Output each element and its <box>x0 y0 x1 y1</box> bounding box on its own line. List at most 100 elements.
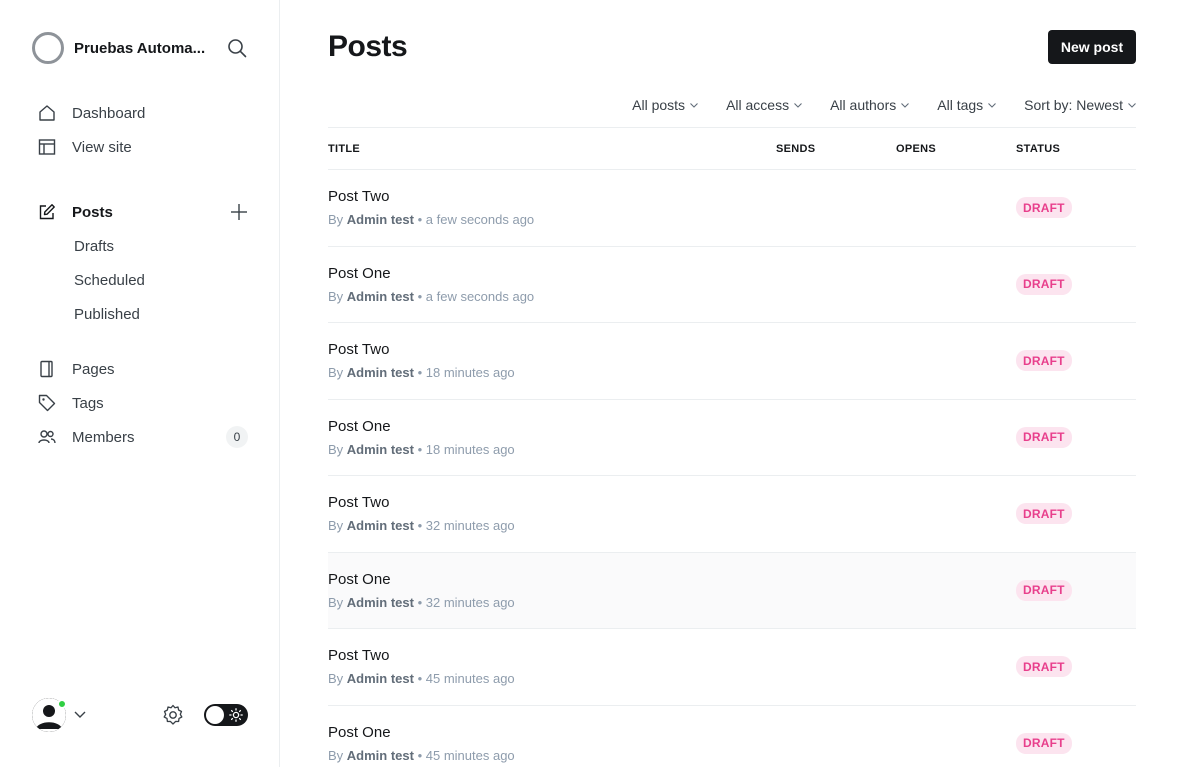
post-meta: By Admin test • a few seconds ago <box>328 289 534 304</box>
filter-authors[interactable]: All authors <box>830 97 910 113</box>
table-row[interactable]: Post Two By Admin test • 45 minutes ago … <box>328 629 1136 706</box>
post-author: Admin test <box>346 518 414 533</box>
post-by: By <box>328 671 344 686</box>
post-author: Admin test <box>346 671 414 686</box>
theme-toggle[interactable] <box>204 704 248 726</box>
nav-members[interactable]: Members 0 <box>0 420 280 454</box>
post-by: By <box>328 747 344 763</box>
site-brand[interactable]: Pruebas Automa... <box>32 32 214 64</box>
tag-icon <box>38 394 56 412</box>
chevron-down-icon <box>1128 102 1136 108</box>
chevron-down-icon <box>901 102 910 108</box>
site-logo <box>32 32 64 64</box>
status-badge: DRAFT <box>1016 579 1072 601</box>
main-nav: Dashboard View site <box>0 96 280 164</box>
nav-view-site[interactable]: View site <box>0 130 280 164</box>
table-header: TITLE SENDS OPENS STATUS <box>328 127 1136 170</box>
site-nav: Pages Tags Members 0 <box>0 352 280 454</box>
table-row[interactable]: Post One By Admin test • 18 minutes ago … <box>328 400 1136 476</box>
post-time: • 45 minutes ago <box>417 671 515 686</box>
post-time: • a few seconds ago <box>417 212 535 227</box>
column-sends: SENDS <box>776 143 816 155</box>
table-row[interactable]: Post One By Admin test • 45 minutes ago … <box>328 706 1136 767</box>
post-by: By <box>328 518 344 533</box>
post-by: By <box>328 365 344 380</box>
nav-dashboard-label: Dashboard <box>72 104 146 122</box>
nav-published[interactable]: Published <box>0 297 280 331</box>
column-title: TITLE <box>328 143 361 155</box>
post-title: Post Two <box>328 647 390 664</box>
post-time: • 32 minutes ago <box>417 518 515 533</box>
nav-drafts[interactable]: Drafts <box>0 229 280 263</box>
column-status: STATUS <box>1016 143 1061 155</box>
post-title: Post One <box>328 723 391 741</box>
post-title: Post Two <box>328 188 390 205</box>
content-nav: Posts Drafts Scheduled Published <box>0 195 280 331</box>
sidebar: Pruebas Automa... Dashboard View site Po… <box>0 0 280 767</box>
post-time: • 18 minutes ago <box>417 441 515 457</box>
filter-access-label: All access <box>726 97 790 113</box>
post-meta: By Admin test • 32 minutes ago <box>328 518 515 533</box>
post-author: Admin test <box>346 365 414 380</box>
chevron-down-icon <box>794 102 802 108</box>
nav-posts-label: Posts <box>72 203 113 221</box>
toggle-knob <box>206 706 224 724</box>
filter-tags[interactable]: All tags <box>937 97 997 113</box>
new-post-button[interactable]: New post <box>1048 30 1136 64</box>
edit-icon <box>38 203 56 221</box>
nav-pages[interactable]: Pages <box>0 352 280 386</box>
table-row[interactable]: Post One By Admin test • 32 minutes ago … <box>328 552 1136 629</box>
chevron-down-icon <box>690 102 698 108</box>
chevron-down-icon <box>988 102 997 108</box>
post-author: Admin test <box>346 747 414 763</box>
filter-type-label: All posts <box>632 97 686 113</box>
plus-icon[interactable] <box>229 202 249 222</box>
post-meta: By Admin test • 18 minutes ago <box>328 365 515 380</box>
post-title: Post Two <box>328 494 390 511</box>
filter-type[interactable]: All posts <box>632 97 698 113</box>
nav-dashboard[interactable]: Dashboard <box>0 96 280 130</box>
filter-sort[interactable]: Sort by: Newest <box>1024 97 1136 113</box>
nav-pages-label: Pages <box>72 360 115 378</box>
page-icon <box>38 360 56 378</box>
post-meta: By Admin test • 18 minutes ago <box>328 442 515 457</box>
post-meta: By Admin test • 45 minutes ago <box>328 748 515 763</box>
filter-access[interactable]: All access <box>726 97 802 113</box>
nav-view-site-label: View site <box>72 138 132 156</box>
status-badge: DRAFT <box>1016 350 1072 371</box>
filter-tags-label: All tags <box>937 97 984 113</box>
page-title: Posts <box>328 30 408 63</box>
nav-tags[interactable]: Tags <box>0 386 280 420</box>
status-badge: DRAFT <box>1016 732 1072 754</box>
status-badge: DRAFT <box>1016 656 1072 677</box>
status-badge: DRAFT <box>1016 273 1072 295</box>
posts-list: Post Two By Admin test • a few seconds a… <box>328 170 1136 767</box>
table-row[interactable]: Post Two By Admin test • 32 minutes ago … <box>328 476 1136 553</box>
table-row[interactable]: Post Two By Admin test • a few seconds a… <box>328 170 1136 247</box>
post-time: • 45 minutes ago <box>417 747 515 763</box>
nav-members-label: Members <box>72 428 135 446</box>
table-row[interactable]: Post Two By Admin test • 18 minutes ago … <box>328 323 1136 400</box>
post-by: By <box>328 441 344 457</box>
post-time: • 32 minutes ago <box>417 594 515 610</box>
search-icon[interactable] <box>226 37 248 59</box>
nav-posts[interactable]: Posts <box>0 195 280 229</box>
status-badge: DRAFT <box>1016 503 1072 524</box>
gear-icon[interactable] <box>162 704 184 726</box>
table-row[interactable]: Post One By Admin test • a few seconds a… <box>328 247 1136 323</box>
nav-scheduled[interactable]: Scheduled <box>0 263 280 297</box>
post-by: By <box>328 288 344 304</box>
nav-tags-label: Tags <box>72 394 104 412</box>
column-opens: OPENS <box>896 143 937 155</box>
members-count-badge: 0 <box>226 426 248 448</box>
post-author: Admin test <box>346 288 414 304</box>
post-time: • 18 minutes ago <box>417 365 515 380</box>
post-author: Admin test <box>346 212 414 227</box>
post-time: • a few seconds ago <box>417 288 535 304</box>
status-badge: DRAFT <box>1016 197 1072 218</box>
sun-icon <box>228 707 244 723</box>
post-by: By <box>328 212 344 227</box>
post-by: By <box>328 594 344 610</box>
post-author: Admin test <box>346 594 414 610</box>
status-badge: DRAFT <box>1016 426 1072 448</box>
